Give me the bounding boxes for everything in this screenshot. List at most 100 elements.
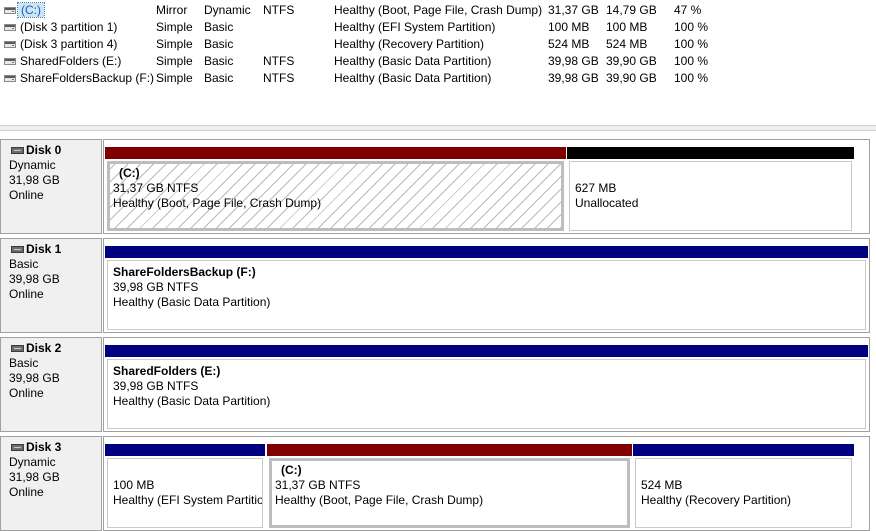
volume-name: (Disk 3 partition 4) — [20, 37, 118, 51]
partition-size: 39,98 GB NTFS — [113, 280, 199, 294]
disk-area-3: 100 MB Healthy (EFI System Partitio (C:)… — [103, 436, 870, 531]
disk-area-0: (C:) 31,37 GB NTFS Healthy (Boot, Page F… — [103, 139, 870, 234]
disk-state: Online — [9, 287, 44, 301]
disk-label-1[interactable]: Disk 1 Basic 39,98 GB Online — [0, 238, 102, 333]
disk-state: Online — [9, 485, 44, 499]
volume-type: Basic — [204, 54, 234, 68]
partition-name: SharedFolders (E:) — [113, 364, 221, 378]
partition-c-mirror[interactable]: (C:) 31,37 GB NTFS Healthy (Boot, Page F… — [105, 147, 566, 231]
volume-icon — [4, 24, 16, 31]
disk-size: 39,98 GB — [9, 272, 60, 286]
volume-free: 100 MB — [606, 20, 648, 34]
partition-size: 31,37 GB NTFS — [113, 181, 199, 195]
partition-body[interactable]: SharedFolders (E:) 39,98 GB NTFS Healthy… — [107, 359, 866, 429]
disk-label-2[interactable]: Disk 2 Basic 39,98 GB Online — [0, 337, 102, 432]
volume-layout: Simple — [156, 71, 193, 85]
partition-status: Healthy (Recovery Partition) — [641, 493, 792, 507]
volume-row-disk3-p4[interactable]: (Disk 3 partition 4) Simple Basic Health… — [0, 36, 876, 53]
partition-body[interactable]: ShareFoldersBackup (F:) 39,98 GB NTFS He… — [107, 260, 866, 330]
disk-icon — [11, 345, 24, 352]
volume-type: Dynamic — [204, 3, 251, 17]
partition-body[interactable]: (C:) 31,37 GB NTFS Healthy (Boot, Page F… — [269, 458, 630, 528]
partition-body[interactable]: 100 MB Healthy (EFI System Partitio — [107, 458, 263, 528]
volume-name: (C:) — [17, 2, 45, 18]
partition-bar-mirror — [267, 444, 632, 456]
partition-body[interactable]: 627 MB Unallocated — [569, 161, 852, 231]
volume-status: Healthy (Boot, Page File, Crash Dump) — [334, 3, 543, 17]
partition-f[interactable]: ShareFoldersBackup (F:) 39,98 GB NTFS He… — [105, 246, 868, 330]
disk-type: Basic — [9, 356, 39, 370]
disk-type: Basic — [9, 257, 39, 271]
volume-pct-free: 100 % — [674, 37, 709, 51]
partition-bar-primary — [105, 246, 868, 258]
volume-pct-free: 100 % — [674, 71, 709, 85]
disk-title: Disk 1 — [26, 242, 62, 256]
partition-name — [641, 463, 851, 478]
disk-state: Online — [9, 188, 44, 202]
disk-type: Dynamic — [9, 455, 56, 469]
partition-c-mirror[interactable]: (C:) 31,37 GB NTFS Healthy (Boot, Page F… — [267, 444, 632, 528]
partition-bar-unallocated — [567, 147, 854, 159]
volume-status: Healthy (Basic Data Partition) — [334, 71, 492, 85]
volume-layout: Simple — [156, 37, 193, 51]
partition-name — [575, 166, 851, 181]
disk-state: Online — [9, 386, 44, 400]
volume-capacity: 524 MB — [548, 37, 590, 51]
volume-pct-free: 100 % — [674, 20, 709, 34]
partition-status: Healthy (Basic Data Partition) — [113, 394, 271, 408]
volume-type: Basic — [204, 20, 234, 34]
disk-title: Disk 3 — [26, 440, 62, 454]
partition-recovery[interactable]: 524 MB Healthy (Recovery Partition) — [633, 444, 854, 528]
partition-status: Healthy (Boot, Page File, Crash Dump) — [275, 493, 484, 507]
disk-label-0[interactable]: Disk 0 Dynamic 31,98 GB Online — [0, 139, 102, 234]
volume-free: 14,79 GB — [606, 3, 657, 17]
partition-status: Healthy (Boot, Page File, Crash Dump) — [113, 196, 322, 210]
partition-e[interactable]: SharedFolders (E:) 39,98 GB NTFS Healthy… — [105, 345, 868, 429]
partition-name: ShareFoldersBackup (F:) — [113, 265, 256, 279]
disk-title: Disk 2 — [26, 341, 62, 355]
disk-icon — [11, 246, 24, 253]
partition-unallocated[interactable]: 627 MB Unallocated — [567, 147, 854, 231]
partition-body[interactable]: 524 MB Healthy (Recovery Partition) — [635, 458, 852, 528]
volume-icon — [4, 58, 16, 65]
disk-label-3[interactable]: Disk 3 Dynamic 31,98 GB Online — [0, 436, 102, 531]
volume-icon — [4, 7, 16, 14]
volume-fs: NTFS — [263, 54, 295, 68]
disk-row-2: Disk 2 Basic 39,98 GB Online SharedFolde… — [0, 337, 876, 432]
volume-free: 39,90 GB — [606, 71, 657, 85]
pane-splitter[interactable] — [0, 125, 876, 131]
volume-pct-free: 47 % — [674, 3, 702, 17]
volume-status: Healthy (EFI System Partition) — [334, 20, 496, 34]
volume-capacity: 100 MB — [548, 20, 590, 34]
disk-area-2: SharedFolders (E:) 39,98 GB NTFS Healthy… — [103, 337, 870, 432]
volume-type: Basic — [204, 71, 234, 85]
partition-body[interactable]: (C:) 31,37 GB NTFS Healthy (Boot, Page F… — [107, 161, 564, 231]
partition-bar-primary — [105, 345, 868, 357]
volume-row-e[interactable]: SharedFolders (E:) Simple Basic NTFS Hea… — [0, 53, 876, 70]
partition-size: 31,37 GB NTFS — [275, 478, 361, 492]
partition-bar-primary — [105, 444, 265, 456]
partition-size: 39,98 GB NTFS — [113, 379, 199, 393]
partition-size: 524 MB — [641, 478, 683, 492]
volume-layout: Simple — [156, 54, 193, 68]
disk-row-1: Disk 1 Basic 39,98 GB Online ShareFolder… — [0, 238, 876, 333]
partition-status: Unallocated — [575, 196, 639, 210]
volume-free: 39,90 GB — [606, 54, 657, 68]
partition-efi[interactable]: 100 MB Healthy (EFI System Partitio — [105, 444, 265, 528]
volume-status: Healthy (Recovery Partition) — [334, 37, 485, 51]
volume-list: (C:) Mirror Dynamic NTFS Healthy (Boot, … — [0, 0, 876, 125]
disk-title: Disk 0 — [26, 143, 62, 157]
volume-row-disk3-p1[interactable]: (Disk 3 partition 1) Simple Basic Health… — [0, 19, 876, 36]
disk-size: 31,98 GB — [9, 470, 60, 484]
volume-row-c[interactable]: (C:) Mirror Dynamic NTFS Healthy (Boot, … — [0, 2, 876, 19]
volume-row-f[interactable]: ShareFoldersBackup (F:) Simple Basic NTF… — [0, 70, 876, 87]
volume-status: Healthy (Basic Data Partition) — [334, 54, 492, 68]
disk-icon — [11, 444, 24, 451]
partition-name: (C:) — [281, 463, 302, 477]
volume-name: (Disk 3 partition 1) — [20, 20, 118, 34]
partition-status: Healthy (EFI System Partitio — [113, 493, 263, 507]
volume-capacity: 39,98 GB — [548, 54, 599, 68]
disk-area-1: ShareFoldersBackup (F:) 39,98 GB NTFS He… — [103, 238, 870, 333]
volume-capacity: 39,98 GB — [548, 71, 599, 85]
volume-name: SharedFolders (E:) — [20, 54, 122, 68]
